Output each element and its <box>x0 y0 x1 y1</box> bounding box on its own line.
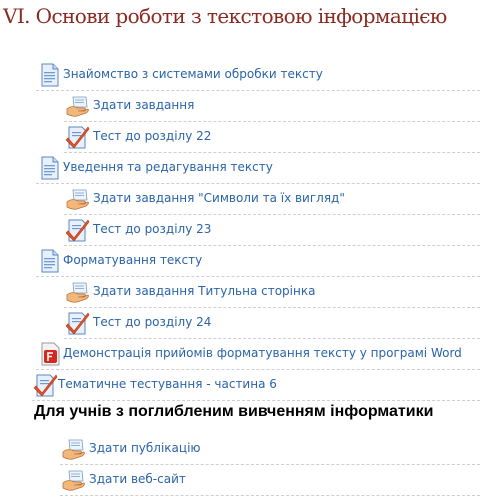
activity-row[interactable]: Здати веб-сайт <box>0 465 480 496</box>
advanced-heading: Для учнів з поглибленим вивченням інформ… <box>34 403 434 420</box>
activity-row[interactable]: Тест до розділу 22 <box>0 122 480 153</box>
activity-link[interactable]: Здати завдання Титульна сторінка <box>93 284 315 298</box>
activity-link[interactable]: Демонстрація прийомів форматування текст… <box>63 346 462 360</box>
activity-row[interactable]: Демонстрація прийомів форматування текст… <box>0 339 480 370</box>
activity-link[interactable]: Здати публікацію <box>89 441 201 455</box>
section-title: VI. Основи роботи з текстовою інформаціє… <box>3 4 447 28</box>
document-page-icon <box>38 249 62 273</box>
activity-link[interactable]: Уведення та редагування тексту <box>63 160 273 174</box>
activity-link[interactable]: Здати веб-сайт <box>89 472 186 486</box>
activity-link[interactable]: Здати завдання "Символи та їх вигляд" <box>93 191 345 205</box>
activity-link[interactable]: Тест до розділу 24 <box>93 315 211 329</box>
activity-link[interactable]: Форматування тексту <box>63 253 202 267</box>
assignment-hand-icon <box>66 187 90 211</box>
document-page-icon <box>38 156 62 180</box>
row-divider <box>60 495 480 496</box>
activity-link[interactable]: Здати завдання <box>93 98 194 112</box>
assignment-hand-icon <box>66 280 90 304</box>
activity-row[interactable]: Форматування тексту <box>0 246 480 277</box>
document-page-icon <box>38 63 62 87</box>
activity-row[interactable]: Знайомство з системами обробки тексту <box>0 60 480 91</box>
assignment-hand-icon <box>66 94 90 118</box>
quiz-checkmark-icon <box>66 125 90 149</box>
quiz-checkmark-icon <box>34 373 58 397</box>
activity-row[interactable]: Здати завдання <box>0 91 480 122</box>
flash-presentation-icon <box>38 342 62 366</box>
activity-row[interactable]: Тематичне тестування - частина 6 <box>0 370 480 401</box>
assignment-hand-icon <box>62 437 86 461</box>
quiz-checkmark-icon <box>66 311 90 335</box>
row-divider <box>32 400 480 401</box>
activity-link[interactable]: Тематичне тестування - частина 6 <box>58 377 277 391</box>
quiz-checkmark-icon <box>66 218 90 242</box>
activity-link[interactable]: Знайомство з системами обробки тексту <box>63 67 323 81</box>
activity-link[interactable]: Тест до розділу 22 <box>93 129 211 143</box>
activity-row[interactable]: Здати завдання "Символи та їх вигляд" <box>0 184 480 215</box>
activity-link[interactable]: Тест до розділу 23 <box>93 222 211 236</box>
assignment-hand-icon <box>62 468 86 492</box>
activity-row[interactable]: Здати завдання Титульна сторінка <box>0 277 480 308</box>
activity-row[interactable]: Тест до розділу 23 <box>0 215 480 246</box>
activity-row[interactable]: Тест до розділу 24 <box>0 308 480 339</box>
activity-row[interactable]: Уведення та редагування тексту <box>0 153 480 184</box>
activity-row[interactable]: Здати публікацію <box>0 434 480 465</box>
